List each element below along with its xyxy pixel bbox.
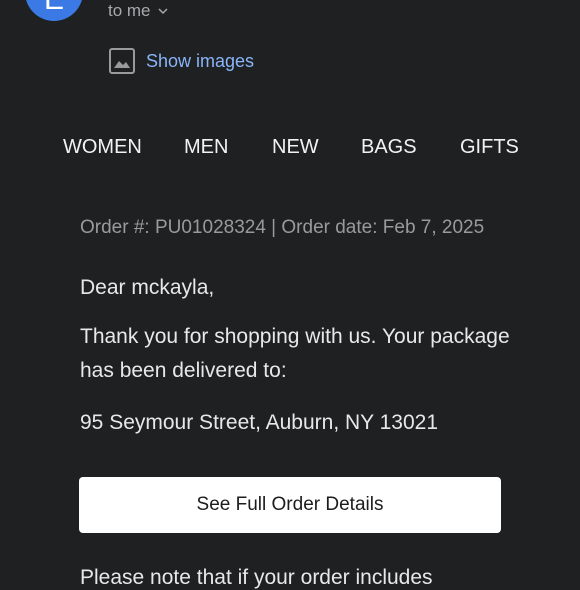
order-note: Please note that if your order includes — [80, 566, 433, 589]
avatar-letter: E — [44, 0, 64, 17]
delivery-address: 95 Seymour Street, Auburn, NY 13021 — [80, 411, 439, 434]
recipient-details-toggle[interactable]: to me — [108, 1, 168, 21]
chevron-down-icon — [158, 8, 168, 15]
nav-bags[interactable]: BAGS — [361, 136, 417, 159]
show-images-link[interactable]: Show images — [108, 47, 254, 75]
show-images-label: Show images — [146, 50, 255, 71]
nav-women[interactable]: WOMEN — [63, 136, 142, 159]
nav-men[interactable]: MEN — [184, 136, 228, 159]
image-icon — [109, 48, 135, 74]
delivery-message: Thank you for shopping with us. Your pac… — [80, 325, 510, 382]
see-full-order-details-button[interactable]: See Full Order Details — [79, 477, 501, 533]
nav-new[interactable]: NEW — [272, 136, 319, 159]
recipient-label: to me — [108, 1, 151, 20]
nav-gifts[interactable]: GIFTS — [460, 136, 519, 159]
order-meta: Order #: PU01028324 | Order date: Feb 7,… — [80, 217, 485, 238]
sender-avatar[interactable]: E — [25, 0, 83, 21]
greeting: Dear mckayla, — [80, 276, 215, 299]
